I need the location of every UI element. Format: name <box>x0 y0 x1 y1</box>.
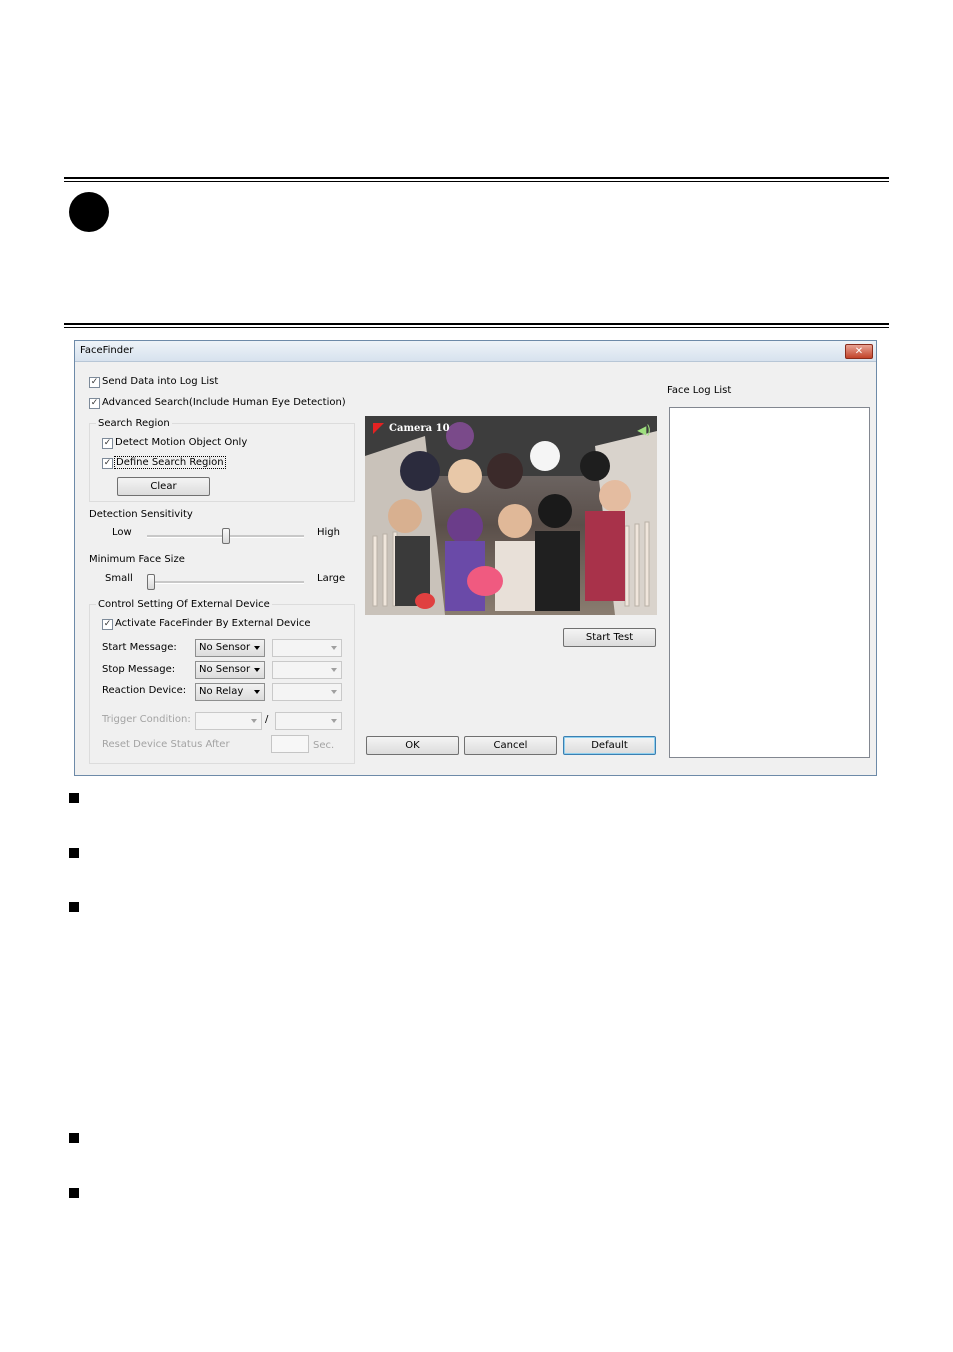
face-log-list[interactable] <box>669 407 870 758</box>
bullet-icon <box>69 848 79 858</box>
start-test-button[interactable]: Start Test <box>563 628 656 647</box>
seconds-unit-label: Sec. <box>313 740 335 751</box>
activate-external-label: Activate FaceFinder By External Device <box>115 618 311 629</box>
face-log-title: Face Log List <box>667 385 732 396</box>
advanced-search-checkbox[interactable]: ✓ <box>89 398 100 409</box>
reaction-device-select[interactable]: No Relay <box>195 683 265 701</box>
sensitivity-low-label: Low <box>112 527 132 538</box>
minimum-face-size-title: Minimum Face Size <box>89 554 185 565</box>
trigger-slash: / <box>265 714 269 725</box>
camera-preview[interactable]: Camera 10 ◀) <box>365 416 657 615</box>
activate-external-checkbox[interactable]: ✓ <box>102 619 113 630</box>
chevron-down-icon <box>251 719 257 723</box>
bullet-icon <box>69 902 79 912</box>
chevron-down-icon <box>331 690 337 694</box>
chevron-down-icon <box>331 719 337 723</box>
stop-message-select[interactable]: No Sensor <box>195 661 265 679</box>
face-size-slider-thumb[interactable] <box>147 574 155 590</box>
detect-motion-label: Detect Motion Object Only <box>115 437 248 448</box>
dialog-title: FaceFinder <box>80 345 134 356</box>
detect-motion-checkbox[interactable]: ✓ <box>102 438 113 449</box>
middle-rule <box>64 323 889 328</box>
send-data-label: Send Data into Log List <box>102 376 219 387</box>
start-message-extra-select[interactable] <box>272 639 342 657</box>
default-button[interactable]: Default <box>563 736 656 755</box>
clear-button[interactable]: Clear <box>117 477 210 496</box>
face-size-slider-track[interactable] <box>147 581 304 584</box>
reaction-device-value: No Relay <box>199 686 244 697</box>
advanced-search-label: Advanced Search(Include Human Eye Detect… <box>102 397 346 408</box>
reset-device-label: Reset Device Status After <box>102 739 230 750</box>
sensitivity-high-label: High <box>317 527 340 538</box>
reset-seconds-input[interactable] <box>271 735 309 753</box>
define-region-checkbox[interactable]: ✓ <box>102 458 113 469</box>
top-rule <box>64 177 889 182</box>
start-message-value: No Sensor <box>199 642 251 653</box>
trigger-condition-select-2[interactable] <box>275 712 342 730</box>
cancel-button[interactable]: Cancel <box>464 736 557 755</box>
camera-scene-image <box>365 416 657 615</box>
chevron-down-icon <box>254 646 260 650</box>
ok-button[interactable]: OK <box>366 736 459 755</box>
start-message-select[interactable]: No Sensor <box>195 639 265 657</box>
stop-message-value: No Sensor <box>199 664 251 675</box>
stop-message-extra-select[interactable] <box>272 661 342 679</box>
send-data-checkbox[interactable]: ✓ <box>89 377 100 388</box>
chevron-down-icon <box>331 646 337 650</box>
title-bar: FaceFinder ✕ <box>75 341 876 362</box>
sensitivity-slider-thumb[interactable] <box>221 528 230 544</box>
camera-label: Camera 10 <box>389 423 450 434</box>
define-region-label: Define Search Region <box>114 456 226 469</box>
start-message-label: Start Message: <box>102 642 177 653</box>
trigger-condition-label: Trigger Condition: <box>102 714 191 725</box>
reaction-device-extra-select[interactable] <box>272 683 342 701</box>
chevron-down-icon <box>254 690 260 694</box>
external-device-title: Control Setting Of External Device <box>96 599 272 610</box>
section-dot-icon <box>69 192 109 232</box>
reaction-device-label: Reaction Device: <box>102 685 187 696</box>
bullet-icon <box>69 793 79 803</box>
bullet-icon <box>69 1133 79 1143</box>
facefinder-dialog: FaceFinder ✕ ✓ Send Data into Log List ✓… <box>74 340 877 776</box>
camera-flag-icon <box>373 423 384 434</box>
face-size-large-label: Large <box>317 573 346 584</box>
detection-sensitivity-title: Detection Sensitivity <box>89 509 193 520</box>
stop-message-label: Stop Message: <box>102 664 176 675</box>
search-region-title: Search Region <box>96 418 172 429</box>
trigger-condition-select-1[interactable] <box>195 712 262 730</box>
bullet-icon <box>69 1188 79 1198</box>
face-size-small-label: Small <box>105 573 133 584</box>
chevron-down-icon <box>254 668 260 672</box>
speaker-icon[interactable]: ◀) <box>637 423 651 437</box>
close-button[interactable]: ✕ <box>845 344 873 359</box>
chevron-down-icon <box>331 668 337 672</box>
